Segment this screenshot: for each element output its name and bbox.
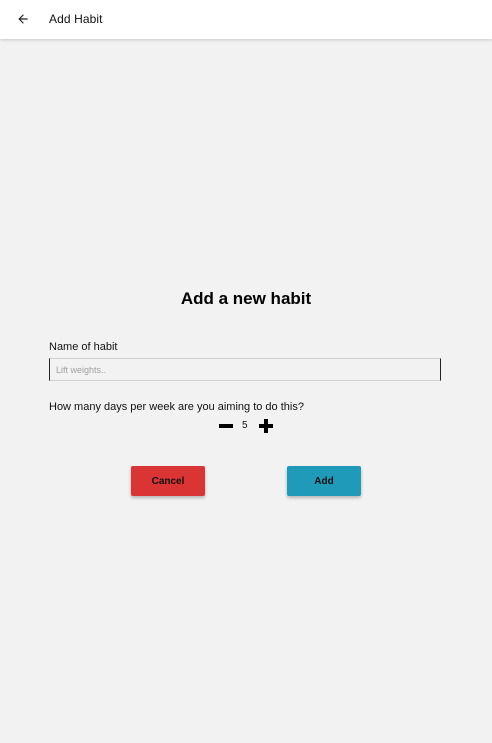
days-value: 5 bbox=[242, 420, 248, 431]
cancel-button[interactable]: Cancel bbox=[131, 466, 205, 496]
back-button[interactable] bbox=[12, 8, 34, 30]
days-stepper: 5 bbox=[218, 417, 276, 435]
page-heading: Add a new habit bbox=[180, 289, 312, 308]
arrow-left-icon bbox=[18, 14, 28, 24]
app-bar: Add Habit bbox=[0, 0, 492, 39]
days-per-week-label: How many days per week are you aiming to… bbox=[49, 401, 304, 413]
decrement-button[interactable] bbox=[218, 419, 234, 433]
habit-name-label: Name of habit bbox=[49, 341, 118, 353]
add-button[interactable]: Add bbox=[287, 466, 361, 496]
minus-icon bbox=[219, 424, 233, 428]
habit-name-input[interactable] bbox=[49, 358, 441, 381]
increment-button[interactable] bbox=[258, 418, 274, 434]
app-bar-title: Add Habit bbox=[49, 12, 103, 26]
